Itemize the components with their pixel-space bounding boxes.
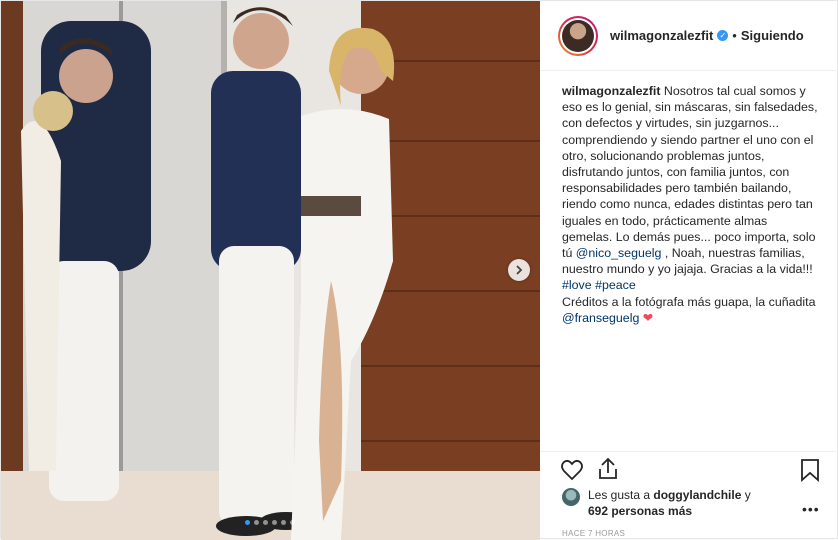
- caption-username[interactable]: wilmagonzalezfit: [562, 84, 660, 98]
- share-icon[interactable]: [597, 457, 619, 481]
- mention-link[interactable]: @nico_seguelg: [576, 246, 662, 260]
- hashtag-link[interactable]: #peace: [595, 278, 636, 292]
- post-photo[interactable]: [1, 1, 540, 540]
- post-card: wilmagonzalezfit ✓ • Siguiendo wilmagonz…: [0, 0, 838, 540]
- carousel-dot: [281, 520, 286, 525]
- mention-link[interactable]: @franseguelg: [562, 311, 639, 325]
- liker-avatar[interactable]: [562, 488, 580, 506]
- caption-text: Créditos a la fotógrafa más guapa, la cu…: [562, 294, 816, 309]
- likes-count[interactable]: 692 personas más: [588, 504, 692, 518]
- carousel-indicator: [245, 520, 295, 525]
- carousel-dot: [272, 520, 277, 525]
- more-options-icon[interactable]: •••: [802, 501, 820, 517]
- caption: wilmagonzalezfit Nosotros tal cual somos…: [540, 71, 838, 326]
- bookmark-icon[interactable]: [800, 458, 820, 482]
- heart-icon[interactable]: [560, 458, 584, 482]
- carousel-dot: [245, 520, 250, 525]
- photo-illustration: [1, 1, 540, 540]
- carousel-dot: [290, 520, 295, 525]
- likes-prefix: Les gusta a: [588, 488, 654, 502]
- chevron-right-icon: [516, 265, 523, 275]
- follow-status-button[interactable]: Siguiendo: [741, 28, 804, 43]
- red-heart-emoji: ❤: [642, 310, 654, 325]
- liker-username[interactable]: doggylandchile: [653, 488, 741, 502]
- caption-text: Nosotros tal cual somos y eso es lo geni…: [562, 84, 818, 261]
- post-sidebar: wilmagonzalezfit ✓ • Siguiendo wilmagonz…: [540, 1, 838, 540]
- header-username[interactable]: wilmagonzalezfit: [610, 28, 713, 43]
- action-bar: [540, 451, 838, 492]
- carousel-dot: [263, 520, 268, 525]
- hashtag-link[interactable]: #love: [562, 278, 592, 292]
- next-photo-button[interactable]: [508, 259, 530, 281]
- avatar[interactable]: [558, 15, 598, 56]
- timestamp: HACE 7 HORAS: [562, 529, 626, 538]
- verified-badge-icon: ✓: [717, 30, 729, 41]
- carousel-dot: [254, 520, 259, 525]
- likes-conj: y: [741, 488, 751, 502]
- header-separator: •: [732, 28, 737, 43]
- post-header: wilmagonzalezfit ✓ • Siguiendo: [540, 1, 838, 71]
- likes-summary: Les gusta a doggylandchile y 692 persona…: [562, 487, 751, 519]
